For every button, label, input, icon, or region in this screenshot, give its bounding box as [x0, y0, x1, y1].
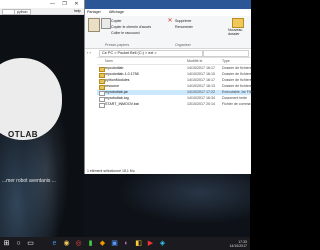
file-type: Exécutable Jar File: [222, 90, 253, 94]
back-arrow-icon[interactable]: ‹ ›: [87, 50, 91, 55]
organize-group-label: Organiser: [175, 43, 191, 47]
maximize-button[interactable]: ❐: [60, 1, 69, 7]
column-headers: Nom Modifié le Type: [97, 59, 251, 65]
delete-icon[interactable]: ✕: [167, 18, 173, 24]
file-name: mycobotlab-1.0.1758: [105, 72, 139, 76]
search-input[interactable]: [203, 50, 249, 57]
copy-icon[interactable]: [101, 18, 111, 29]
file-date: 13/10/2017 20:14: [187, 102, 215, 106]
file-date: 14/10/2017 16:17: [187, 66, 215, 70]
left-app-menubar: help python: [0, 8, 84, 15]
new-folder-button[interactable]: Nouveau dossier: [228, 28, 250, 36]
file-date: 14/10/2017 17:22: [187, 90, 215, 94]
app-icon-2[interactable]: ▮: [86, 239, 95, 248]
paste-shortcut-button[interactable]: Coller le raccourci: [111, 31, 140, 35]
app-icon-8[interactable]: ◈: [158, 239, 167, 248]
file-row-selected[interactable]: myrobotlab.jar 14/10/2017 17:22 Exécutab…: [97, 90, 253, 96]
column-type[interactable]: Type: [222, 59, 230, 63]
copy-path-button[interactable]: Copier le chemin d'accès: [111, 25, 151, 29]
taskbar: ⊞ ○ ▭ e ◉ ◎ ▮ ◆ ▣ ◐ ◧ ▶ ◈ 17:33 14/10/20…: [0, 237, 250, 250]
file-row[interactable]: resource 14/10/2017 16:13 Dossier de fic…: [97, 84, 252, 90]
address-field[interactable]: Ce PC > Pocket Bell (C:) > ext >: [99, 50, 203, 57]
app-icon-5[interactable]: ◐: [122, 239, 131, 248]
clock-date: 14/10/2017: [229, 244, 247, 248]
tab-partager[interactable]: Partager: [87, 10, 101, 14]
navigation-pane[interactable]: [85, 57, 97, 167]
tab-affichage[interactable]: Affichage: [109, 10, 124, 14]
file-name: myrobotlab.jar: [105, 90, 128, 94]
file-type: Dossier de fichiers: [222, 66, 252, 70]
file-explorer-icon[interactable]: ◉: [62, 239, 71, 248]
delete-button[interactable]: Supprimer: [175, 19, 192, 23]
app-icon-3[interactable]: ◆: [98, 239, 107, 248]
task-view-icon[interactable]: ▭: [26, 239, 35, 248]
tagline: ...mer robot aventanis ...: [2, 178, 56, 184]
minimize-button[interactable]: —: [48, 1, 57, 7]
file-name: mycobotlab: [105, 66, 124, 70]
brand-text: OTLAB: [8, 130, 39, 139]
edge-icon[interactable]: e: [50, 239, 59, 248]
file-date: 14/10/2017 16:10: [187, 72, 215, 76]
new-folder-icon[interactable]: [232, 18, 244, 28]
app-icon-4[interactable]: ▣: [110, 239, 119, 248]
copy-button[interactable]: Copier: [111, 19, 122, 23]
file-type: Dossier de fichiers: [222, 72, 252, 76]
left-app-titlebar: — ❐ ✕: [0, 0, 84, 8]
rename-button[interactable]: Renommer: [175, 25, 193, 29]
file-name: resource: [105, 84, 119, 88]
file-name: pythonModules: [105, 78, 130, 82]
file-row[interactable]: mycobotlab-1.0.1758 14/10/2017 16:10 Dos…: [97, 72, 252, 78]
file-type: Dossier de fichiers: [222, 78, 252, 82]
explorer-titlebar: [85, 0, 251, 9]
file-row[interactable]: myrobotlab.log 14/10/2017 16:34 Document…: [97, 96, 251, 102]
file-row[interactable]: pythonModules 14/10/2017 16:17 Dossier d…: [97, 78, 252, 84]
file-name: START_INMOOV.bat: [105, 102, 139, 106]
column-name[interactable]: Nom: [105, 59, 113, 63]
file-name: myrobotlab.log: [105, 96, 129, 100]
system-clock[interactable]: 17:33 14/10/2017: [229, 240, 247, 248]
app-icon-7[interactable]: ▶: [146, 239, 155, 248]
desktop-wallpaper: [84, 174, 250, 237]
file-explorer-window: Partager Affichage Copier Copier le chem…: [84, 0, 253, 174]
app-icon-6[interactable]: ◧: [134, 239, 143, 248]
address-bar: ‹ › Ce PC > Pocket Bell (C:) > ext >: [85, 49, 251, 58]
file-row[interactable]: START_INMOOV.bat 13/10/2017 20:14 Fichie…: [97, 102, 251, 108]
start-icon[interactable]: ⊞: [2, 239, 11, 248]
menu-help[interactable]: help: [74, 9, 81, 13]
ribbon-tabs: Partager Affichage: [85, 9, 251, 16]
file-date: 14/10/2017 16:17: [187, 78, 215, 82]
cortana-icon[interactable]: ○: [14, 239, 23, 248]
column-date[interactable]: Modifié le: [187, 59, 202, 63]
file-row[interactable]: mycobotlab 14/10/2017 16:17 Dossier de f…: [97, 66, 252, 72]
clipboard-icon[interactable]: [88, 18, 100, 32]
ribbon: Copier Copier le chemin d'accès Coller l…: [85, 16, 251, 49]
status-text: 1 élément sélectionné 18,1 Mo: [87, 169, 135, 173]
file-date: 14/10/2017 16:13: [187, 84, 215, 88]
app-icon-1[interactable]: ◎: [74, 239, 83, 248]
file-type: Fichier de comma: [222, 102, 251, 106]
file-date: 14/10/2017 16:34: [187, 96, 215, 100]
file-type: Document texte: [222, 96, 248, 100]
file-type: Dossier de fichiers: [222, 84, 252, 88]
left-app-window: — ❐ ✕ help python OTLAB ...mer robot ave…: [0, 0, 84, 237]
clipboard-group-label: Presse-papiers: [105, 43, 130, 47]
close-button[interactable]: ✕: [72, 1, 81, 7]
